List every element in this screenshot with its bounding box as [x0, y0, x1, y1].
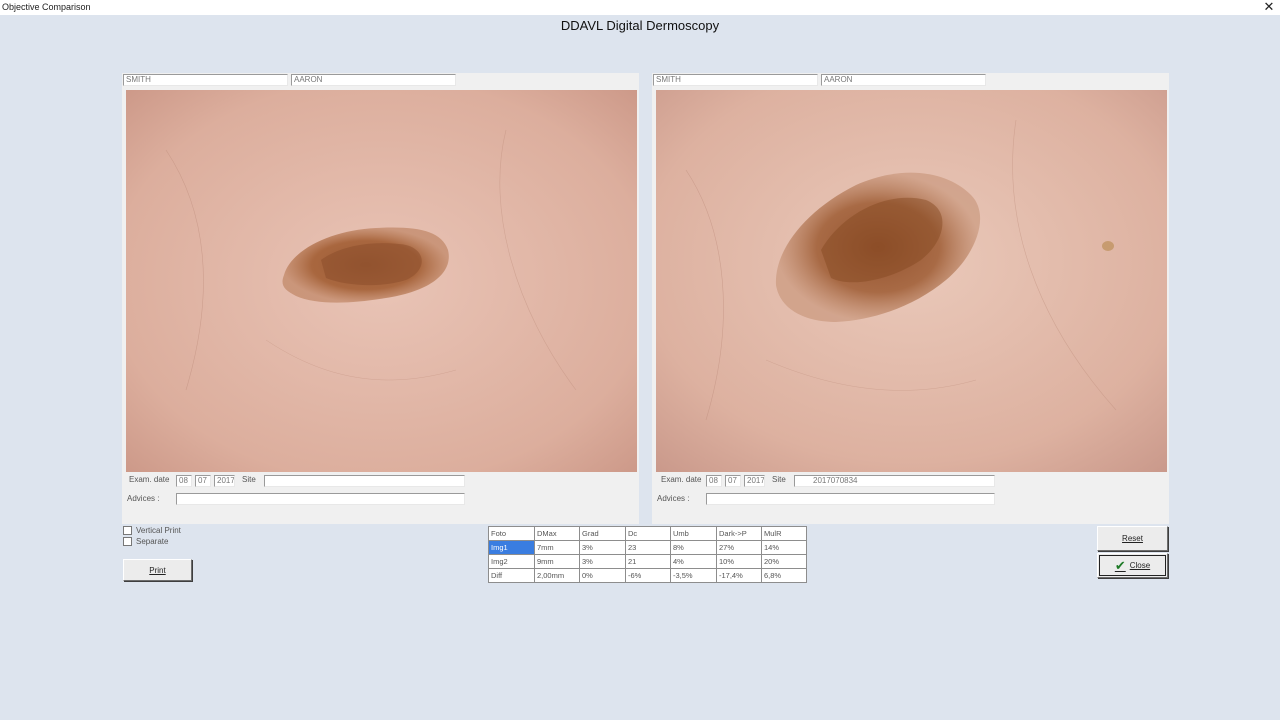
- lesion-image-2: [656, 90, 1167, 472]
- right-surname-field[interactable]: SMITH: [653, 74, 818, 86]
- separate-checkbox[interactable]: [123, 537, 132, 546]
- table-header-cell: Dc: [625, 526, 671, 541]
- close-button-label: Close: [1129, 561, 1151, 570]
- lesion-image-1: [126, 90, 637, 472]
- table-cell[interactable]: -6%: [625, 568, 671, 583]
- right-exam-date-label: Exam. date: [661, 475, 702, 484]
- left-dermoscopy-image[interactable]: [126, 90, 637, 472]
- separate-checkbox-row[interactable]: Separate: [123, 536, 168, 547]
- table-cell[interactable]: -3,5%: [670, 568, 717, 583]
- right-site-field[interactable]: 2017070834: [794, 475, 995, 487]
- left-exam-date-label: Exam. date: [129, 475, 170, 484]
- table-cell[interactable]: 14%: [761, 540, 807, 555]
- table-cell[interactable]: 2,00mm: [534, 568, 580, 583]
- left-advices-field[interactable]: [176, 493, 465, 505]
- left-name-field[interactable]: AARON: [291, 74, 456, 86]
- vertical-print-checkbox-row[interactable]: Vertical Print: [123, 525, 181, 536]
- window-close-icon[interactable]: ✕: [1262, 0, 1276, 15]
- left-site-field[interactable]: [264, 475, 465, 487]
- right-exam-day-field[interactable]: 08: [706, 475, 722, 487]
- table-row[interactable]: Img1 7mm 3% 23 8% 27% 14%: [488, 540, 807, 555]
- window-title: Objective Comparison: [2, 2, 91, 12]
- table-cell[interactable]: 6,8%: [761, 568, 807, 583]
- right-advices-field[interactable]: [706, 493, 995, 505]
- table-header-cell: Dark->P: [716, 526, 762, 541]
- table-cell[interactable]: -17,4%: [716, 568, 762, 583]
- close-button[interactable]: ✔ Close: [1097, 553, 1168, 578]
- vertical-print-checkbox[interactable]: [123, 526, 132, 535]
- table-cell[interactable]: Img1: [488, 540, 535, 555]
- table-cell[interactable]: 4%: [670, 554, 717, 569]
- table-header-row: Foto DMax Grad Dc Umb Dark->P MulR: [488, 526, 807, 541]
- left-advices-label: Advices :: [127, 494, 160, 503]
- table-cell[interactable]: 3%: [579, 554, 626, 569]
- left-exam-year-field[interactable]: 2017: [214, 475, 235, 487]
- checkmark-icon: ✔: [1114, 557, 1126, 573]
- print-button[interactable]: Print: [123, 559, 192, 581]
- table-header-cell: Grad: [579, 526, 626, 541]
- app-title: DDAVL Digital Dermoscopy: [560, 18, 720, 33]
- left-image-panel: SMITH AARON Exam. date 08 07 2017 Site A…: [122, 73, 639, 524]
- reset-button[interactable]: Reset: [1097, 526, 1168, 551]
- table-header-cell: MulR: [761, 526, 807, 541]
- table-cell[interactable]: Img2: [488, 554, 535, 569]
- table-cell[interactable]: 20%: [761, 554, 807, 569]
- table-cell[interactable]: 3%: [579, 540, 626, 555]
- vertical-print-label: Vertical Print: [136, 526, 181, 535]
- left-exam-month-field[interactable]: 07: [195, 475, 211, 487]
- window-titlebar: Objective Comparison ✕: [0, 0, 1280, 15]
- table-cell[interactable]: 21: [625, 554, 671, 569]
- table-cell[interactable]: 27%: [716, 540, 762, 555]
- table-header-cell: DMax: [534, 526, 580, 541]
- table-header-cell: Umb: [670, 526, 717, 541]
- metrics-table: Foto DMax Grad Dc Umb Dark->P MulR Img1 7mm 3% 23 8…: [488, 526, 807, 583]
- table-row[interactable]: Diff 2,00mm 0% -6% -3,5% -17,4% 6,8%: [488, 568, 807, 583]
- table-cell[interactable]: 23: [625, 540, 671, 555]
- table-cell[interactable]: 10%: [716, 554, 762, 569]
- separate-label: Separate: [136, 537, 169, 546]
- right-exam-year-field[interactable]: 2017: [744, 475, 765, 487]
- right-exam-month-field[interactable]: 07: [725, 475, 741, 487]
- right-site-label: Site: [772, 475, 786, 484]
- table-header-cell: Foto: [488, 526, 535, 541]
- table-cell[interactable]: 7mm: [534, 540, 580, 555]
- table-cell[interactable]: 0%: [579, 568, 626, 583]
- left-site-label: Site: [242, 475, 256, 484]
- right-advices-label: Advices :: [657, 494, 690, 503]
- right-name-field[interactable]: AARON: [821, 74, 986, 86]
- table-cell[interactable]: 9mm: [534, 554, 580, 569]
- table-cell[interactable]: Diff: [488, 568, 535, 583]
- left-exam-day-field[interactable]: 08: [176, 475, 192, 487]
- table-cell[interactable]: 8%: [670, 540, 717, 555]
- left-surname-field[interactable]: SMITH: [123, 74, 288, 86]
- right-dermoscopy-image[interactable]: [656, 90, 1167, 472]
- right-image-panel: SMITH AARON Exam. date 08 07 2017 Site 2…: [652, 73, 1169, 524]
- table-row[interactable]: Img2 9mm 3% 21 4% 10% 20%: [488, 554, 807, 569]
